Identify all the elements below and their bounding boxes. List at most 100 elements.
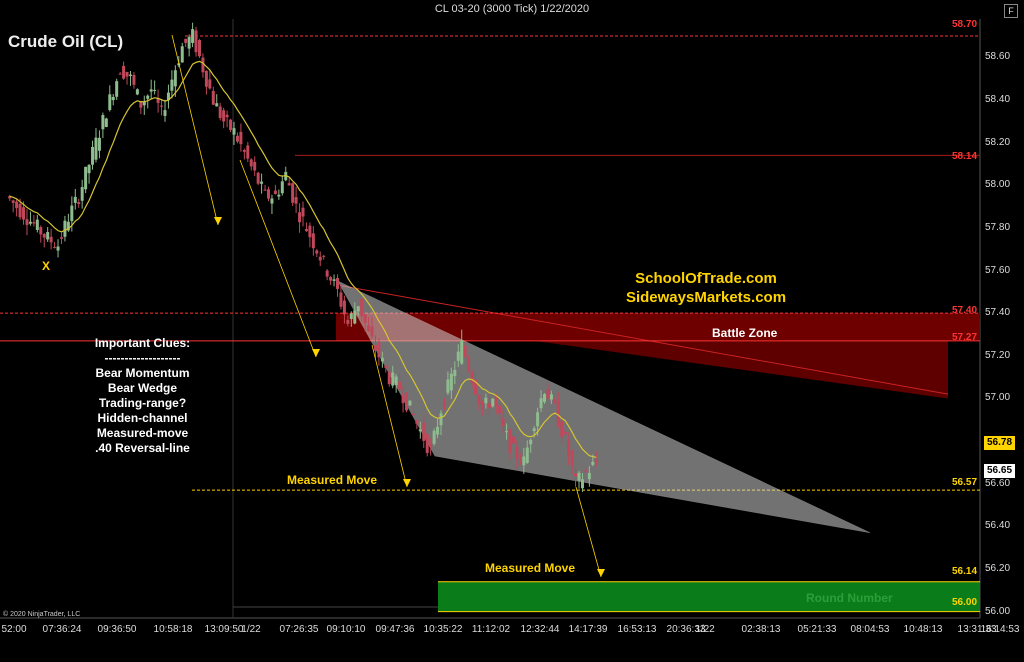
candle-body [422,422,426,441]
candle-body [449,373,453,391]
candle-body [387,372,391,385]
candle-body [35,219,39,230]
candle-body [160,105,164,107]
candle-body [97,137,101,151]
candle-body [408,400,412,406]
candle-body [256,172,260,184]
candle-body [225,114,229,118]
candle-body [418,429,422,432]
candle-body [291,183,295,203]
x-tick-label: 07:36:24 [42,624,82,635]
x-tick-label: 02:38:13 [741,624,781,635]
clues-divider: ------------------- [104,351,181,365]
y-tick-label: 57.80 [985,221,1011,233]
candle-body [215,103,219,107]
candle-body [28,221,32,224]
candle-body [363,314,367,323]
candle-body [277,194,281,197]
candle-body [308,225,312,238]
candle-body [232,128,236,135]
candle-body [111,96,115,101]
clues-title: Important Clues: [94,336,191,350]
candle-body [266,189,270,199]
arrow-line [575,486,602,578]
y-tick-label: 57.40 [985,307,1011,319]
candle-body [477,395,481,405]
candle-body [118,73,122,75]
x-tick-label: 10:48:13 [903,624,943,635]
candle-body [480,401,484,409]
candle-body [11,200,15,203]
candle-body [563,431,567,434]
candle-body [515,446,519,460]
arrow-head [597,569,605,577]
candle-body [574,473,578,477]
measured-move-label: Measured Move [485,561,576,575]
candle-body [104,118,108,127]
candle-body [239,131,243,145]
clue-item: Hidden-channel [97,411,188,425]
candle-body [339,292,343,307]
candle-body [173,70,177,87]
x-tick-label: 09:10:10 [326,624,366,635]
candle-body [122,65,126,79]
candle-body [211,90,215,105]
candle-body [229,119,233,130]
candle-body [301,207,305,217]
candle-body [553,399,557,403]
candle-body [273,190,277,194]
candle-body [46,232,50,240]
x-tick-label: 11:12:02 [471,624,511,635]
x-tick-label: 09:36:50 [97,624,137,635]
last-price-tag: 56.65 [984,464,1016,478]
candle-body [304,228,308,232]
candle-body [128,74,132,76]
candle-body [460,340,464,364]
clue-item: Trading-range? [98,396,187,410]
candle-body [432,430,436,444]
x-tick-label: 13:09:50 [204,624,244,635]
candle-body [498,405,502,414]
candle-body [53,246,57,248]
level-label: 58.14 [952,151,978,162]
round-number-zone [438,581,980,612]
candle-body [218,106,222,118]
candle-body [208,79,212,89]
candle-body [373,344,377,351]
candle-body [508,429,512,454]
candle-body [570,450,574,467]
candle-body [132,74,136,85]
candle-body [280,181,284,194]
candle-body [163,110,167,116]
candle-body [367,325,371,332]
candle-body [125,71,129,77]
candle-body [587,472,591,480]
candle-body [294,197,298,204]
level-label: 57.40 [952,305,978,316]
f-button[interactable]: F [1004,4,1018,18]
level-label: 58.70 [952,19,978,30]
candle-body [501,418,505,427]
candle-body [187,36,191,49]
candle-body [56,246,60,251]
x-tick-label: 1/22 [241,624,261,635]
candle-body [108,94,112,111]
candle-body [25,219,29,225]
candle-body [494,396,498,407]
x-tick-label: 12:32:44 [520,624,560,635]
clues-panel: Important Clues: ------------------- Bea… [60,336,225,456]
candle-body [249,159,253,167]
y-tick-label: 57.20 [985,349,1011,361]
candle-body [115,81,119,97]
round-number-label: Round Number [806,591,893,605]
candle-body [560,421,564,437]
candle-body [63,220,67,237]
window-title: CL 03-20 (3000 Tick) 1/22/2020 [434,3,590,15]
candle-body [487,403,491,409]
candle-body [584,470,588,472]
candle-body [425,434,429,453]
candle-body [529,439,533,445]
candle-body [170,79,174,91]
candle-body [318,256,322,261]
candle-body [49,236,53,243]
